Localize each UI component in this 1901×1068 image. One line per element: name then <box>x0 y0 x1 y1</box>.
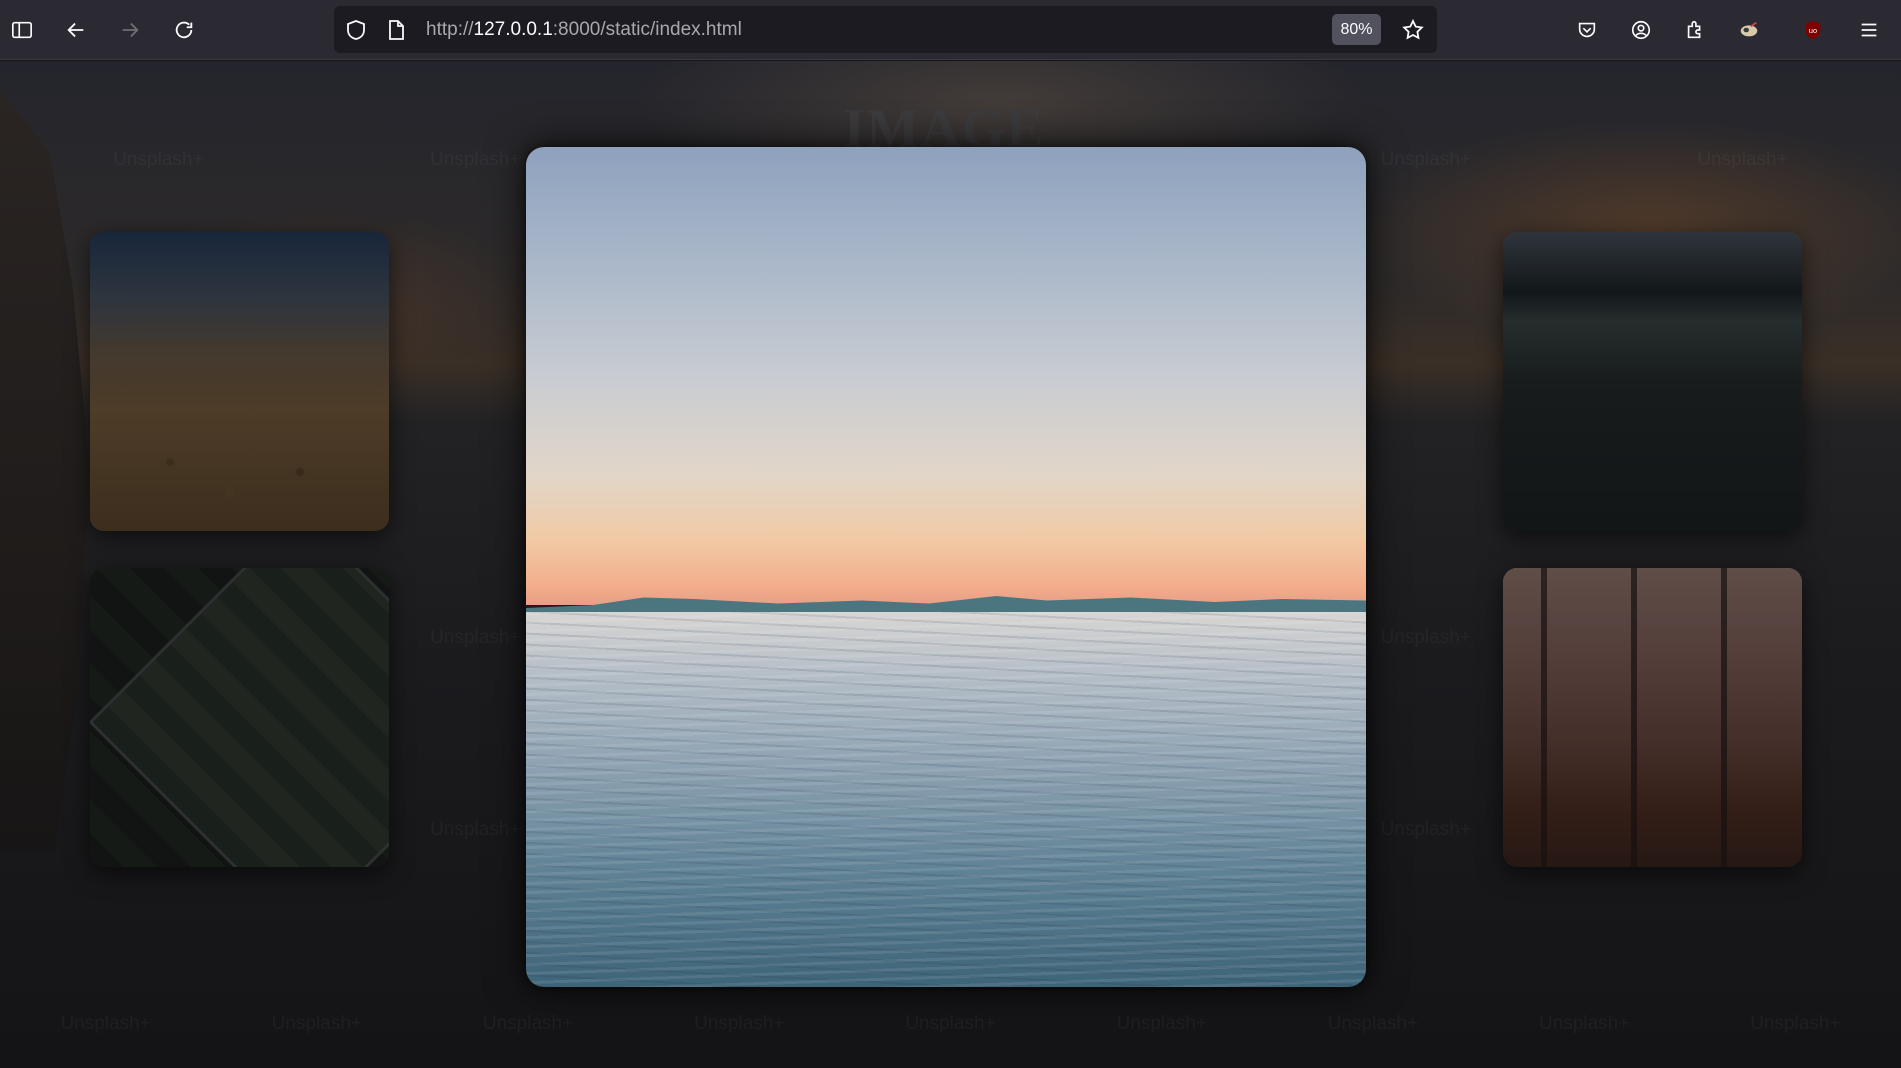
browser-toolbar: http://127.0.0.1:8000/static/index.html … <box>0 0 1901 60</box>
watermark-text: Unsplash+ <box>694 1013 784 1035</box>
watermark-text: Unsplash+ <box>905 1013 995 1035</box>
watermark-text: Unsplash+ <box>1381 627 1471 649</box>
menu-icon[interactable] <box>1851 12 1887 48</box>
url-bar[interactable]: http://127.0.0.1:8000/static/index.html … <box>334 6 1437 53</box>
watermark-text: Unsplash+ <box>1117 1013 1207 1035</box>
thumbnail-forest[interactable] <box>1503 568 1802 867</box>
extensions-icon[interactable] <box>1677 12 1713 48</box>
reload-icon[interactable] <box>166 12 202 48</box>
sidebar-icon[interactable] <box>4 12 40 48</box>
account-icon[interactable] <box>1623 12 1659 48</box>
extension-icon[interactable] <box>1731 12 1767 48</box>
watermark-text: Unsplash+ <box>60 1013 150 1035</box>
watermark-text: Unsplash+ <box>1539 1013 1629 1035</box>
url-host: 127.0.0.1 <box>473 19 553 40</box>
watermark-text: Unsplash+ <box>1381 149 1471 171</box>
watermark-text: Unsplash+ <box>1328 1013 1418 1035</box>
watermark-text: Unsplash+ <box>272 1013 362 1035</box>
background-rock <box>0 91 90 851</box>
bookmark-star-icon[interactable] <box>1401 18 1425 42</box>
watermark-text: Unsplash+ <box>1750 1013 1840 1035</box>
watermark-text: Unsplash+ <box>113 149 203 171</box>
watermark-text: Unsplash+ <box>430 149 520 171</box>
back-icon[interactable] <box>58 12 94 48</box>
watermark-text: Unsplash+ <box>1697 149 1787 171</box>
ublock-icon[interactable]: uo <box>1795 12 1831 48</box>
watermark-text: Unsplash+ <box>430 627 520 649</box>
thumbnail-frost[interactable] <box>1503 232 1802 531</box>
image-water <box>526 612 1366 987</box>
forward-icon[interactable] <box>112 12 148 48</box>
featured-image[interactable] <box>526 147 1366 987</box>
page-icon[interactable] <box>384 18 408 42</box>
watermark-row: Unsplash+ Unsplash+ Unsplash+ Unsplash+ Unsp… <box>0 1013 1901 1035</box>
watermark-text: Unsplash+ <box>1381 819 1471 841</box>
url-text[interactable]: http://127.0.0.1:8000/static/index.html <box>426 19 742 41</box>
thumbnail-beach[interactable] <box>90 232 389 531</box>
gallery-page: Unsplash+ Unsplash+ Unsplash+ Unsplash+ Unsp… <box>0 61 1901 1068</box>
image-sky <box>526 147 1366 605</box>
shield-icon[interactable] <box>344 18 368 42</box>
url-scheme: http:// <box>426 19 474 40</box>
svg-text:uo: uo <box>1809 26 1817 35</box>
watermark-text: Unsplash+ <box>483 1013 573 1035</box>
zoom-level-button[interactable]: 80% <box>1332 14 1381 45</box>
url-path: :8000/static/index.html <box>552 19 742 40</box>
field-lines <box>90 568 389 867</box>
thumbnail-field[interactable] <box>90 568 389 867</box>
watermark-text: Unsplash+ <box>430 819 520 841</box>
pocket-icon[interactable] <box>1569 12 1605 48</box>
